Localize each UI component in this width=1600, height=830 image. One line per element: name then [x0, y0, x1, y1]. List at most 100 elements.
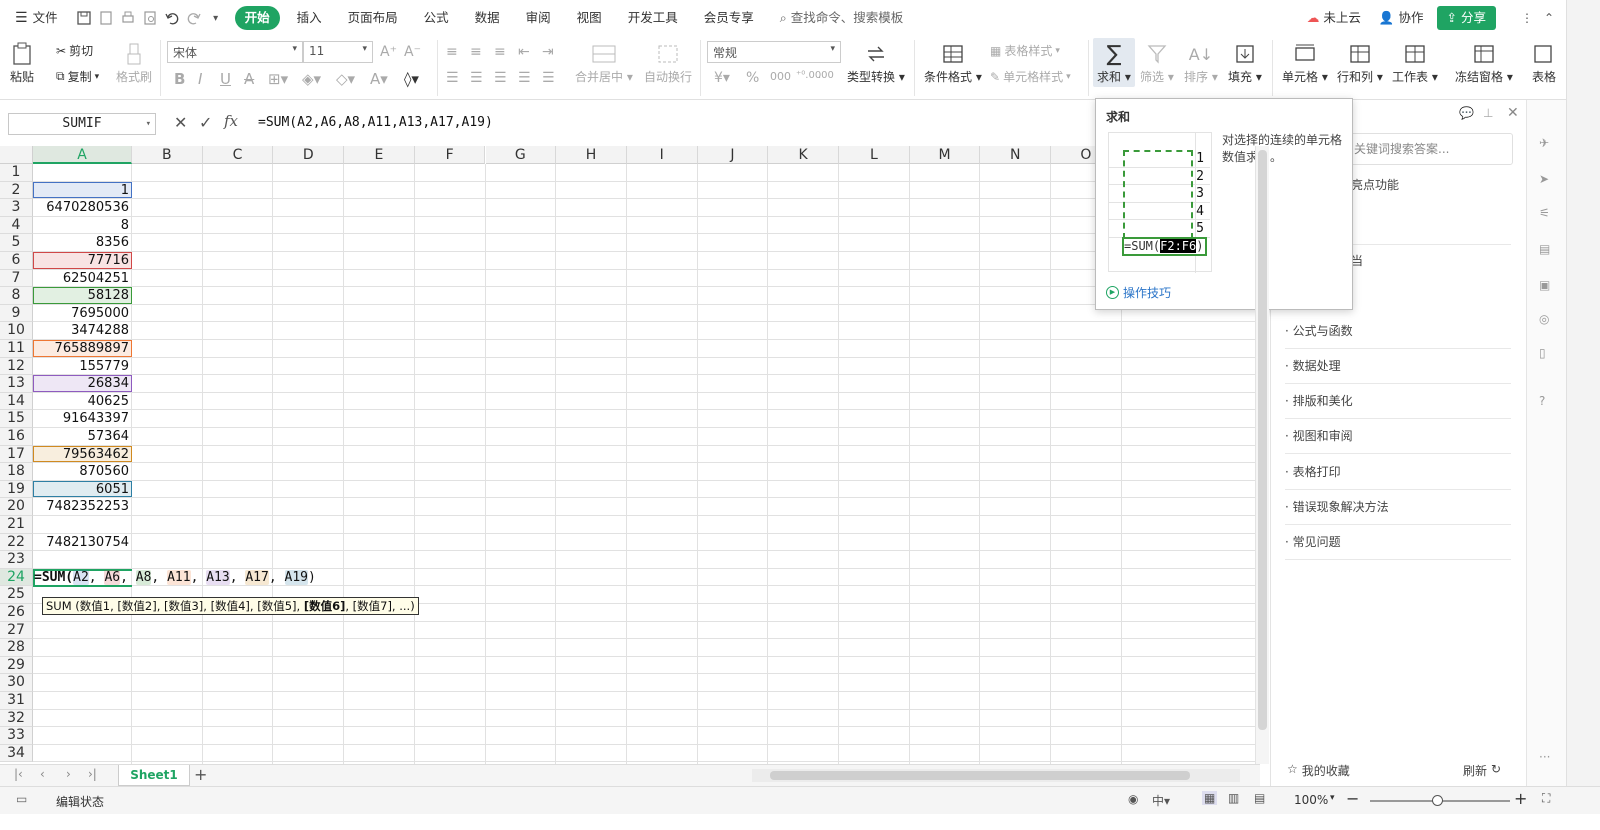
print-preview-icon[interactable] [139, 7, 161, 29]
horizontal-scrollbar[interactable] [752, 769, 1240, 782]
align-left-icon[interactable]: ☰ [446, 70, 459, 86]
column-header[interactable]: G [485, 146, 557, 164]
name-box[interactable]: SUMIF ▾ [8, 113, 156, 135]
help-item-highlights[interactable]: 亮点功能 [1351, 176, 1399, 193]
sum-button[interactable]: ∑ 求和 ▾ [1093, 38, 1135, 87]
redo-icon[interactable] [183, 7, 205, 29]
undo-icon[interactable] [161, 7, 183, 29]
pin-icon[interactable]: ⊥ [1483, 106, 1493, 120]
align-top-icon[interactable]: ≡ [446, 44, 458, 60]
zoom-slider[interactable] [1370, 795, 1510, 806]
cell-a21[interactable] [33, 516, 132, 534]
grid-vertical-scrollbar[interactable] [1255, 146, 1269, 764]
tab-formulas[interactable]: 公式 [415, 6, 458, 30]
cloud-status[interactable]: ☁ 未上云 [1298, 6, 1370, 30]
cell-a6[interactable]: 77716 [33, 252, 132, 270]
cell-style-button[interactable]: ✎ 单元格样式 ▾ [990, 68, 1071, 85]
chat-icon[interactable]: 💬 [1459, 106, 1474, 120]
page-break-view-icon[interactable]: ▤ [1254, 791, 1265, 805]
fullscreen-icon[interactable]: ⛶ [1542, 791, 1550, 806]
sort-button[interactable]: A↓ 排序 ▾ [1184, 40, 1218, 85]
add-sheet-icon[interactable]: + [194, 765, 207, 784]
font-size-select[interactable]: 11 ▾ [303, 41, 373, 63]
column-header[interactable]: A [33, 146, 132, 164]
column-header[interactable]: L [839, 146, 910, 164]
macro-icon[interactable]: ▭ [16, 792, 27, 806]
document-icon[interactable]: ▤ [1539, 242, 1550, 256]
copy-button[interactable]: ⧉ 复制 ▾ [56, 68, 99, 85]
share-button[interactable]: ⇪ 分享 [1436, 6, 1496, 30]
help-item-view[interactable]: · 视图和审阅 [1285, 419, 1511, 454]
row-header[interactable]: 29 [0, 656, 33, 675]
file-menu[interactable]: ☰ 文件 [6, 6, 67, 30]
row-header[interactable]: 25 [0, 586, 33, 604]
row-header[interactable]: 18 [0, 463, 33, 481]
column-header[interactable]: B [132, 146, 203, 164]
horizontal-scroll-thumb[interactable] [770, 771, 1190, 780]
cell-a4[interactable]: 8 [33, 217, 132, 235]
refresh-button[interactable]: 刷新 ↻ [1463, 762, 1501, 779]
cell-a20[interactable]: 7482352253 [33, 498, 132, 516]
freeze-panes-button[interactable]: 冻结窗格 ▾ [1455, 40, 1513, 85]
row-header[interactable]: 22 [0, 533, 33, 552]
cell-a1[interactable] [33, 164, 132, 182]
decrease-indent-icon[interactable]: ⇤ [518, 44, 530, 60]
wrap-text-button[interactable]: 自动换行 [644, 40, 692, 85]
zoom-level[interactable]: 100% [1294, 793, 1328, 807]
column-header[interactable]: C [202, 146, 274, 164]
type-convert-button[interactable]: 类型转换 ▾ [847, 40, 905, 85]
tab-review[interactable]: 审阅 [517, 6, 560, 30]
help-item-faq[interactable]: · 常见问题 [1285, 525, 1511, 560]
cell-a16[interactable]: 57364 [33, 428, 132, 446]
row-header[interactable]: 15 [0, 410, 33, 428]
cell-a23[interactable] [33, 551, 132, 569]
strikethrough-icon[interactable]: A [244, 70, 254, 88]
row-header[interactable]: 23 [0, 551, 33, 569]
align-middle-icon[interactable]: ≡ [470, 44, 482, 60]
font-name-select[interactable]: 宋体 ▾ [167, 41, 303, 63]
favorites-link[interactable]: ☆ 我的收藏 [1287, 762, 1350, 779]
align-center-icon[interactable]: ☰ [470, 70, 483, 86]
paste-button[interactable]: 粘贴 [10, 40, 34, 85]
pointer-icon[interactable]: ➤ [1539, 172, 1549, 186]
cell-a22[interactable]: 7482130754 [33, 534, 132, 552]
close-icon[interactable]: ✕ [1507, 105, 1519, 121]
italic-icon[interactable]: I [198, 70, 202, 88]
row-header[interactable]: 4 [0, 216, 33, 235]
help-icon[interactable]: ? [1539, 394, 1545, 408]
row-header[interactable]: 16 [0, 428, 33, 446]
cell-a3[interactable]: 6470280536 [33, 199, 132, 217]
cell-a18[interactable]: 870560 [33, 463, 132, 481]
cell-a17[interactable]: 79563462 [33, 446, 132, 464]
row-header[interactable]: 19 [0, 480, 33, 499]
more-icon[interactable]: ⋮ [1516, 7, 1538, 29]
collapse-ribbon-icon[interactable]: ⌃ [1538, 7, 1560, 29]
table-style-button[interactable]: ▦ 表格样式 ▾ [990, 42, 1060, 59]
tab-developer[interactable]: 开发工具 [619, 6, 687, 30]
worksheet-button[interactable]: 工作表 ▾ [1392, 40, 1438, 85]
confirm-icon[interactable]: ✓ [199, 113, 212, 132]
eye-protection-icon[interactable]: ◉ [1128, 792, 1138, 806]
row-header[interactable]: 6 [0, 252, 33, 270]
cell-a10[interactable]: 3474288 [33, 322, 132, 340]
more-options-icon[interactable]: ··· [1539, 750, 1550, 764]
tooltip-tips-link[interactable]: ▶ 操作技巧 [1106, 284, 1171, 301]
cell-a11[interactable]: 765889897 [33, 340, 132, 358]
fx-icon[interactable]: fx [224, 112, 238, 130]
normal-view-icon[interactable]: ▦ [1202, 791, 1218, 805]
cell-a12[interactable]: 155779 [33, 358, 132, 376]
zoom-in-icon[interactable]: + [1514, 789, 1527, 808]
last-sheet-icon[interactable]: ›| [88, 767, 97, 781]
rocket-icon[interactable]: ✈ [1539, 136, 1549, 150]
tab-home[interactable]: 开始 [234, 6, 280, 30]
select-all-corner[interactable] [0, 146, 33, 164]
justify-icon[interactable]: ☰ [518, 70, 531, 86]
percent-icon[interactable]: % [746, 70, 759, 86]
row-header[interactable]: 14 [0, 392, 33, 411]
zoom-dropdown-icon[interactable]: ▾ [1330, 793, 1335, 803]
increase-indent-icon[interactable]: ⇥ [542, 44, 554, 60]
sliders-icon[interactable]: ⚟ [1539, 206, 1550, 220]
help-item-data[interactable]: · 数据处理 [1285, 349, 1511, 384]
row-header[interactable]: 12 [0, 357, 33, 376]
page-layout-view-icon[interactable]: ▥ [1228, 791, 1239, 805]
